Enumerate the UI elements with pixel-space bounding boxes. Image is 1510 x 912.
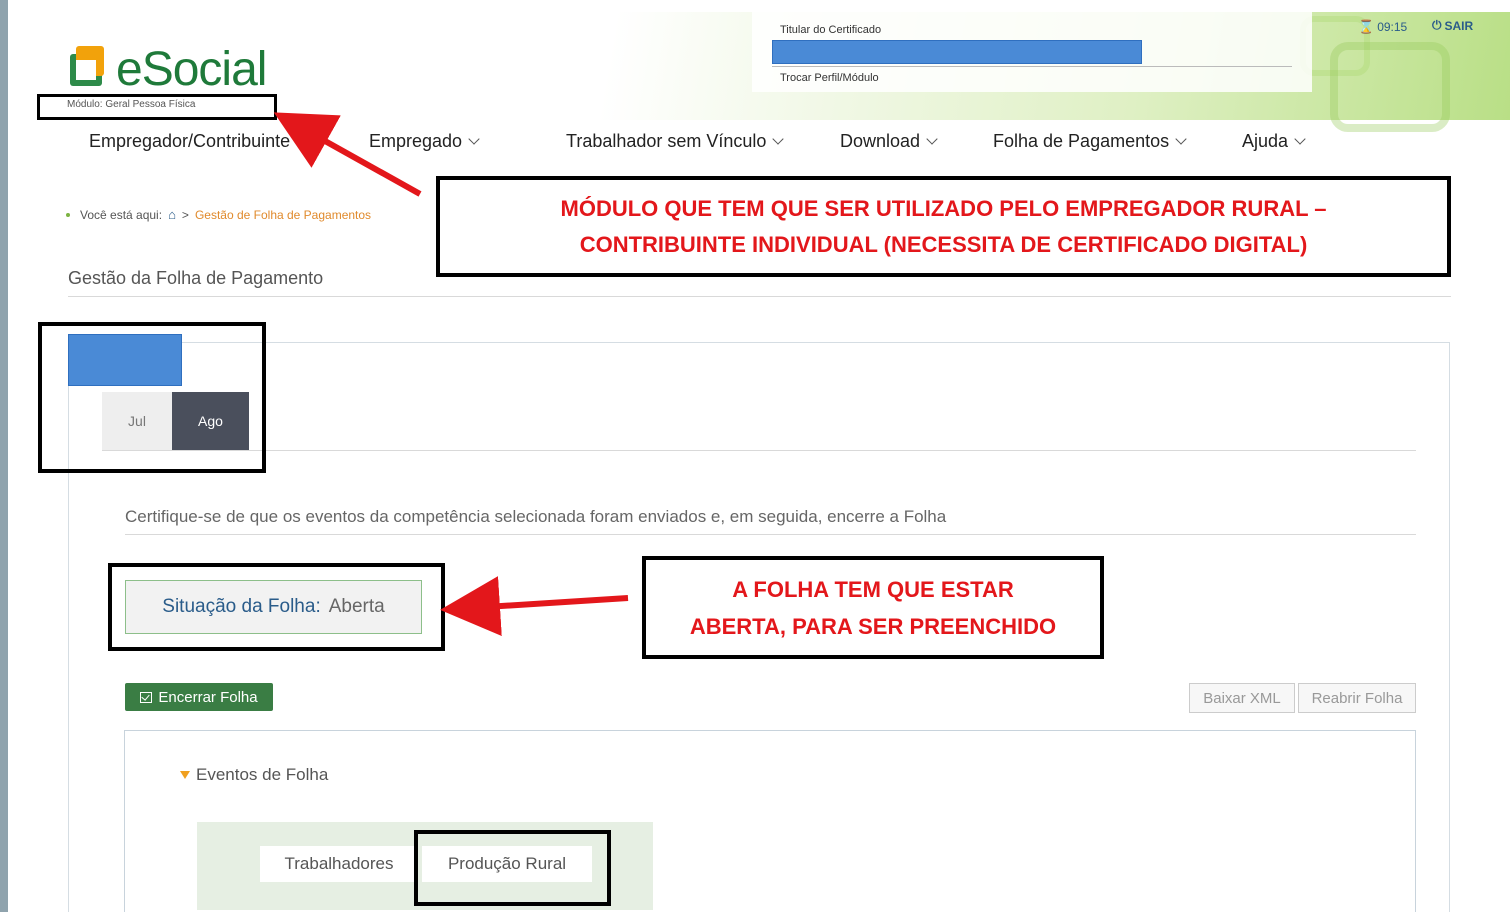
nav-download[interactable]: Download [840, 131, 938, 152]
callout-line: CONTRIBUINTE INDIVIDUAL (NECESSITA DE CE… [579, 231, 1308, 257]
chevron-down-icon [1175, 133, 1187, 145]
nav-folha-pagamentos[interactable]: Folha de Pagamentos [993, 131, 1187, 152]
esocial-logo[interactable]: eSocial [68, 38, 267, 96]
home-icon[interactable]: ⌂ [168, 207, 176, 222]
close-payroll-button[interactable]: Encerrar Folha [125, 683, 273, 711]
callout-line: A FOLHA TEM QUE ESTAR [732, 576, 1014, 602]
callout-text: MÓDULO QUE TEM QUE SER UTILIZADO PELO EM… [561, 191, 1327, 263]
caret-down-icon [180, 771, 190, 779]
bullet-icon [66, 212, 70, 217]
logout-button[interactable]: ⏻ SAIR [1432, 18, 1473, 33]
nav-label: Ajuda [1242, 131, 1289, 151]
breadcrumb: Você está aqui: ⌂ > Gestão de Folha de P… [66, 207, 371, 222]
reopen-payroll-button[interactable]: Reabrir Folha [1298, 683, 1416, 713]
events-toggle[interactable]: Eventos de Folha [180, 765, 328, 785]
annotation-box-producao-rural [414, 830, 611, 906]
nav-label: Folha de Pagamentos [993, 131, 1170, 151]
annotation-box-status [108, 563, 445, 651]
switch-profile-link[interactable]: Trocar Perfil/Módulo [780, 72, 879, 84]
top-strip [8, 0, 1510, 12]
nav-empregado[interactable]: Empregado [369, 131, 480, 152]
logo-text: eSocial [116, 43, 267, 96]
hourglass-icon: ⌛ [1358, 19, 1375, 34]
nav-label: Trabalhador sem Vínculo [566, 131, 767, 151]
annotation-box-module [37, 94, 277, 120]
download-xml-button[interactable]: Baixar XML [1189, 683, 1295, 713]
left-frame-bar [0, 0, 8, 912]
tab-trabalhadores[interactable]: Trabalhadores [260, 846, 418, 882]
close-payroll-label: Encerrar Folha [158, 688, 258, 706]
power-icon: ⏻ [1432, 18, 1442, 32]
nav-label: Empregador/Contribuinte [89, 131, 291, 151]
certificate-divider [772, 66, 1292, 67]
header-decoration [1330, 42, 1450, 132]
nav-empregador[interactable]: Empregador/Contribuinte [89, 131, 308, 152]
nav-trabalhador-sem-vinculo[interactable]: Trabalhador sem Vínculo [566, 131, 785, 152]
callout-text: A FOLHA TEM QUE ESTAR ABERTA, PARA SER PR… [690, 571, 1056, 645]
breadcrumb-current[interactable]: Gestão de Folha de Pagamentos [195, 208, 371, 222]
annotation-callout-module: MÓDULO QUE TEM QUE SER UTILIZADO PELO EM… [436, 176, 1451, 277]
annotation-callout-status: A FOLHA TEM QUE ESTAR ABERTA, PARA SER PR… [642, 556, 1104, 659]
instruction-divider [125, 534, 1416, 535]
callout-line: ABERTA, PARA SER PREENCHIDO [689, 613, 1057, 639]
logout-label: SAIR [1444, 18, 1474, 33]
chevron-down-icon [296, 133, 308, 145]
esocial-logo-icon [68, 44, 112, 88]
page-title: Gestão da Folha de Pagamento [68, 268, 324, 288]
title-divider [68, 296, 1451, 297]
instruction-text: Certifique-se de que os eventos da compe… [125, 507, 947, 526]
months-divider [102, 450, 1416, 451]
nav-label: Download [840, 131, 921, 151]
session-timer: ⌛ 09:15 [1358, 19, 1407, 35]
checkbox-icon [140, 691, 153, 703]
events-title-label: Eventos de Folha [196, 765, 329, 784]
certificate-title: Titular do Certificado [780, 24, 882, 36]
nav-ajuda[interactable]: Ajuda [1242, 131, 1306, 152]
breadcrumb-separator: > [181, 207, 189, 222]
callout-line: MÓDULO QUE TEM QUE SER UTILIZADO PELO EM… [560, 195, 1327, 221]
chevron-down-icon [926, 133, 938, 145]
breadcrumb-prefix: Você está aqui: [80, 207, 163, 222]
chevron-down-icon [772, 133, 785, 145]
nav-label: Empregado [369, 131, 463, 151]
timer-value: 09:15 [1377, 20, 1408, 34]
chevron-down-icon [1294, 133, 1306, 145]
main-nav: Empregador/Contribuinte Empregado Trabal… [8, 120, 1510, 164]
annotation-box-months [38, 322, 266, 473]
chevron-down-icon [468, 133, 480, 145]
certificate-holder-redacted [772, 40, 1142, 64]
